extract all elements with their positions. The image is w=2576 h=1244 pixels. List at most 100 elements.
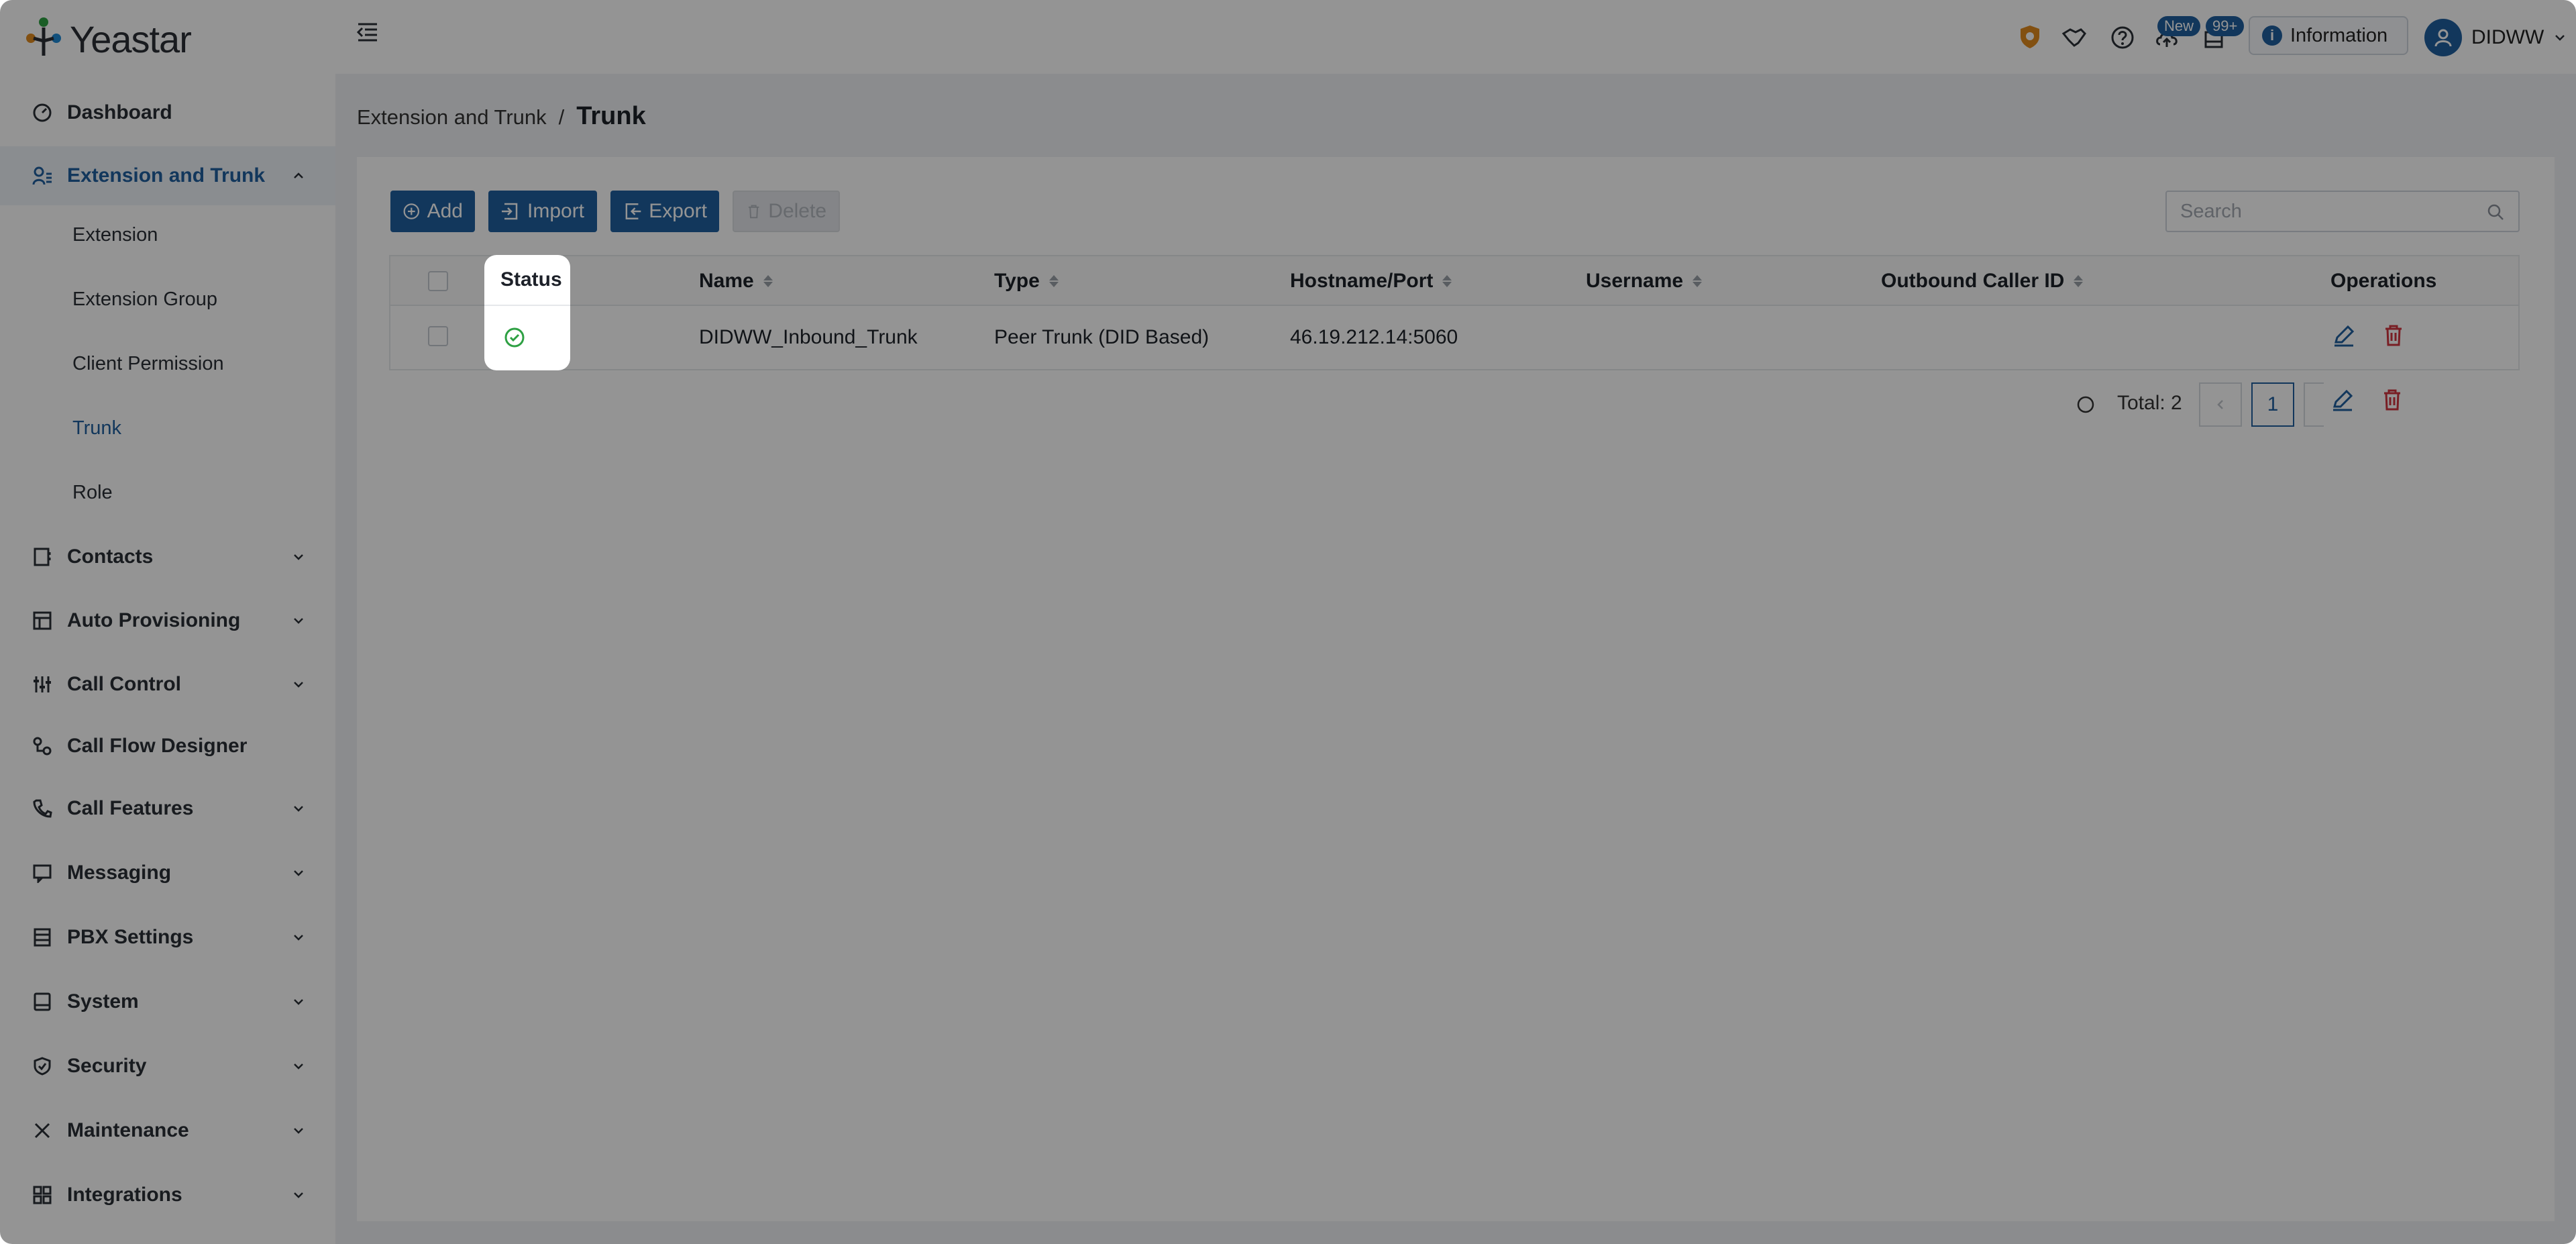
add-button[interactable]: Add xyxy=(390,191,475,232)
sidebar-item-integrations[interactable]: Integrations xyxy=(0,1165,335,1225)
column-header-username[interactable]: Username xyxy=(1586,270,1703,293)
breadcrumb-separator: / xyxy=(558,105,565,129)
import-icon xyxy=(502,203,518,220)
search-placeholder: Search xyxy=(2180,200,2242,222)
delete-icon[interactable] xyxy=(2380,388,2404,412)
sidebar-item-system[interactable]: System xyxy=(0,972,335,1031)
cell-type: Peer Trunk (DID Based) xyxy=(994,326,1210,348)
sidebar-item-call-features[interactable]: Call Features xyxy=(0,779,335,838)
sidebar-item-label: Auto Provisioning xyxy=(67,609,241,631)
row-checkbox[interactable] xyxy=(428,326,448,346)
sidebar-item-label: Contacts xyxy=(67,546,154,568)
sidebar-subitem-role[interactable]: Role xyxy=(0,464,335,521)
status-ok-icon xyxy=(504,327,525,348)
column-header-hostname-port[interactable]: Hostname/Port xyxy=(1290,270,1452,293)
sidebar-item-call-flow-designer[interactable]: Call Flow Designer xyxy=(0,717,335,776)
yeastar-logo-icon xyxy=(26,17,61,56)
security-shield-icon[interactable] xyxy=(2018,23,2042,52)
search-input[interactable]: Search xyxy=(2165,191,2520,232)
breadcrumb-parent[interactable]: Extension and Trunk xyxy=(357,105,547,129)
sidebar-item-auto-provisioning[interactable]: Auto Provisioning xyxy=(0,591,335,650)
search-icon[interactable] xyxy=(2486,203,2505,221)
sidebar-item-call-control[interactable]: Call Control xyxy=(0,655,335,714)
sidebar-item-security[interactable]: Security xyxy=(0,1037,335,1096)
page-title: Trunk xyxy=(576,102,646,130)
cell-hostname-port: 46.19.212.14:5060 xyxy=(1290,326,1458,348)
delete-button[interactable]: Delete xyxy=(733,191,840,232)
sidebar-subitem-client-permission[interactable]: Client Permission xyxy=(0,335,335,392)
table-header: Status Name Type Hostname/Port Username … xyxy=(389,255,2520,306)
sidebar-subitem-extension-group[interactable]: Extension Group xyxy=(0,271,335,327)
next-page-button[interactable] xyxy=(2304,382,2324,427)
sidebar-item-label: Call Flow Designer xyxy=(67,735,248,757)
sidebar-item-label: Dashboard xyxy=(67,101,172,123)
column-header-type[interactable]: Type xyxy=(994,270,1059,293)
app-window: Yeastar Dashboard Extension and Trunk Ex… xyxy=(0,0,2576,1244)
sidebar-subitem-label: Role xyxy=(72,481,113,503)
avatar xyxy=(2424,19,2462,56)
sidebar-item-label: Integrations xyxy=(67,1184,182,1206)
menu-collapse-icon[interactable] xyxy=(356,20,380,44)
column-header-label: Name xyxy=(699,270,754,292)
contacts-icon xyxy=(32,547,52,567)
sort-icon[interactable] xyxy=(1693,275,1703,287)
brand-name: Yeastar xyxy=(70,17,192,60)
sidebar-item-dashboard[interactable]: Dashboard xyxy=(0,83,335,142)
provisioning-icon xyxy=(32,611,52,631)
column-header-label: Outbound Caller ID xyxy=(1881,270,2065,292)
handshake-icon[interactable] xyxy=(2061,23,2088,52)
column-header-outbound-caller-id[interactable]: Outbound Caller ID xyxy=(1881,270,2084,293)
column-header-name[interactable]: Name xyxy=(699,270,773,293)
sort-icon[interactable] xyxy=(1442,275,1452,287)
chevron-down-icon xyxy=(294,870,303,876)
page-1-button[interactable]: 1 xyxy=(2251,382,2294,427)
import-button[interactable]: Import xyxy=(488,191,597,232)
user-list-icon xyxy=(32,166,52,186)
sidebar-subitem-extension[interactable]: Extension xyxy=(0,207,335,263)
sidebar-item-label: Extension and Trunk xyxy=(67,164,266,187)
export-button[interactable]: Export xyxy=(610,191,719,232)
delete-button-label: Delete xyxy=(768,200,826,222)
select-all-checkbox[interactable] xyxy=(428,271,448,291)
sidebar-item-maintenance[interactable]: Maintenance xyxy=(0,1101,335,1160)
chevron-down-icon xyxy=(294,806,303,812)
sort-icon[interactable] xyxy=(763,275,773,287)
sidebar-item-messaging[interactable]: Messaging xyxy=(0,843,335,902)
information-label: Information xyxy=(2290,24,2388,46)
chevron-down-icon xyxy=(294,1128,303,1134)
shield-icon xyxy=(32,1056,52,1076)
prev-page-button[interactable] xyxy=(2199,382,2242,427)
chevron-left-icon xyxy=(2217,400,2223,409)
status-column-highlight: Status xyxy=(484,255,570,370)
edit-icon[interactable] xyxy=(2332,323,2356,348)
sidebar-item-contacts[interactable]: Contacts xyxy=(0,527,335,586)
message-icon xyxy=(32,863,52,883)
chevron-down-icon xyxy=(294,618,303,624)
sidebar-item-pbx-settings[interactable]: PBX Settings xyxy=(0,908,335,967)
export-button-label: Export xyxy=(649,200,707,222)
sidebar-item-extension-and-trunk[interactable]: Extension and Trunk xyxy=(0,146,335,205)
help-icon[interactable] xyxy=(2109,23,2136,52)
dashboard-icon xyxy=(32,103,52,123)
sort-icon[interactable] xyxy=(1049,275,1059,287)
information-button[interactable]: i Information xyxy=(2249,16,2408,55)
flow-icon xyxy=(32,736,52,756)
notification-count-badge: 99+ xyxy=(2206,16,2245,36)
info-icon: i xyxy=(2262,25,2282,46)
export-icon xyxy=(625,203,641,219)
integrations-icon xyxy=(32,1185,52,1205)
edit-icon[interactable] xyxy=(2330,388,2355,412)
sidebar-item-label: System xyxy=(67,990,139,1013)
sort-icon[interactable] xyxy=(2074,275,2084,287)
sidebar-item-label: Call Control xyxy=(67,673,181,695)
chevron-down-icon xyxy=(294,1064,303,1070)
column-header-label: Hostname/Port xyxy=(1290,270,1434,292)
user-menu[interactable]: DIDWW xyxy=(2424,19,2567,56)
phone-icon xyxy=(32,798,52,819)
refresh-icon[interactable] xyxy=(2076,395,2096,415)
sliders-icon xyxy=(32,674,52,694)
sidebar-subitem-trunk[interactable]: Trunk xyxy=(0,400,335,456)
delete-icon[interactable] xyxy=(2381,323,2406,348)
breadcrumb: Extension and Trunk / Trunk xyxy=(357,102,646,131)
chevron-up-icon xyxy=(294,172,303,178)
